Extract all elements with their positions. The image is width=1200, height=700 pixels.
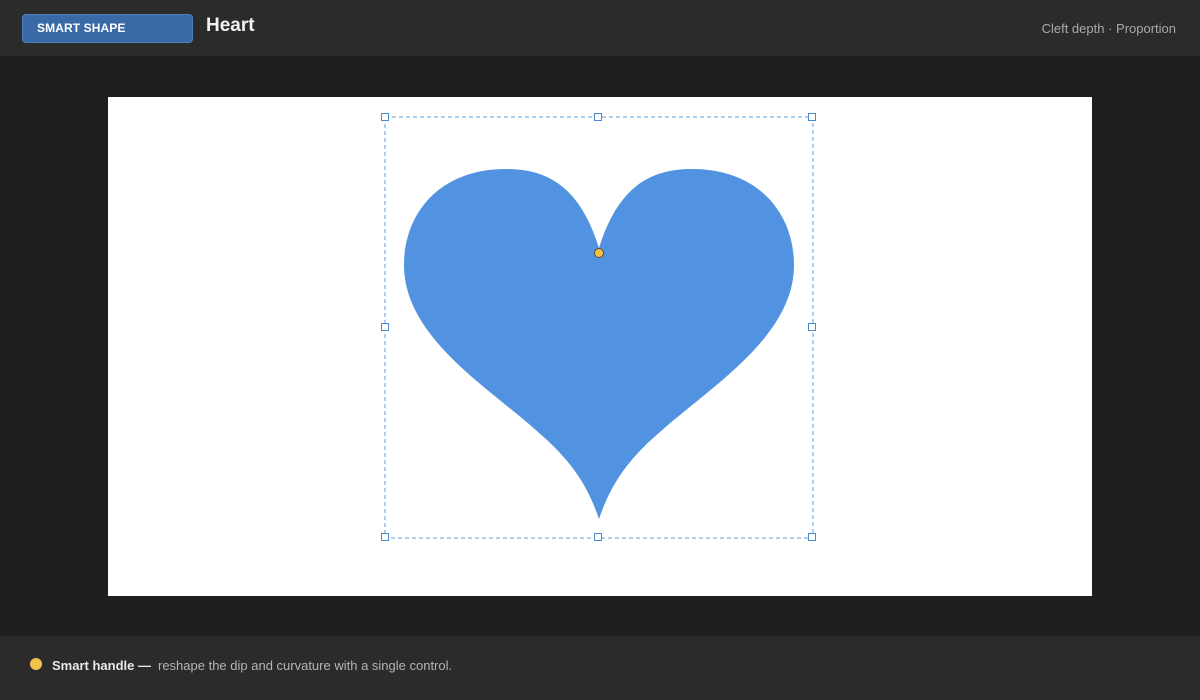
resize-handle-bottom-right[interactable] [808, 533, 816, 541]
resize-handle-bottom-left[interactable] [381, 533, 389, 541]
canvas-drawing [381, 113, 816, 541]
resize-handle-top-center[interactable] [594, 113, 602, 121]
smart-handle-legend-label: Smart handle — [52, 658, 151, 673]
resize-handle-middle-right[interactable] [808, 323, 816, 331]
smart-handle-legend-text: reshape the dip and curvature with a sin… [158, 658, 453, 673]
shape-title: Heart [206, 15, 255, 36]
top-toolbar: SMART SHAPE Heart Cleft depth · Proporti… [0, 0, 1200, 56]
resize-handle-top-right[interactable] [808, 113, 816, 121]
smart-handle[interactable] [594, 248, 604, 258]
smart-handle-legend-icon [30, 658, 42, 670]
heart-shape[interactable] [404, 169, 794, 519]
resize-handle-top-left[interactable] [381, 113, 389, 121]
smart-shape-badge[interactable]: SMART SHAPE [22, 14, 193, 43]
resize-handle-bottom-center[interactable] [594, 533, 602, 541]
adjustment-hint: Cleft depth · Proportion [1041, 21, 1176, 36]
resize-handle-middle-left[interactable] [381, 323, 389, 331]
canvas[interactable] [108, 97, 1092, 596]
